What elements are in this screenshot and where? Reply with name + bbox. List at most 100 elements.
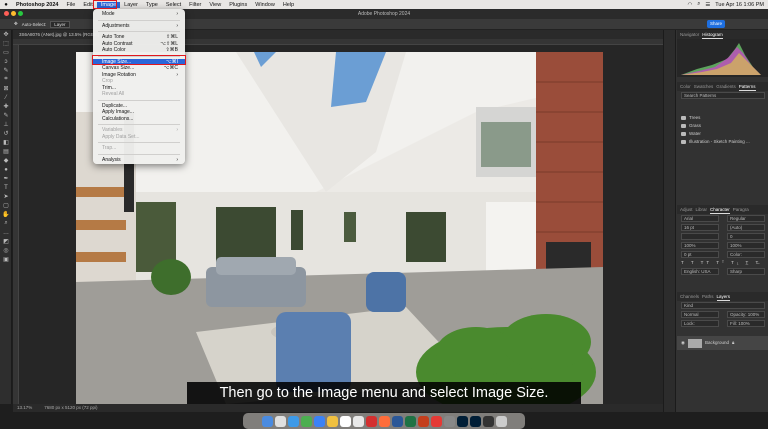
- tab-channels[interactable]: Channels: [680, 292, 699, 301]
- word-icon[interactable]: [391, 415, 403, 427]
- menu-select[interactable]: Select: [162, 2, 185, 8]
- pattern-group-water[interactable]: Water: [677, 130, 768, 138]
- frame-icon[interactable]: ⊠: [0, 84, 12, 93]
- menu-item-auto-color[interactable]: Auto Color ⇧⌘B: [93, 47, 185, 54]
- shape-icon[interactable]: ▢: [0, 201, 12, 210]
- language-select[interactable]: English: USA: [681, 268, 719, 275]
- app-icon[interactable]: [482, 415, 494, 427]
- healing-brush-icon[interactable]: ✚: [0, 102, 12, 111]
- settings-icon[interactable]: [443, 415, 455, 427]
- tab-histogram[interactable]: Histogram: [702, 30, 723, 39]
- menu-help[interactable]: Help: [279, 2, 298, 8]
- calendar-icon[interactable]: [339, 415, 351, 427]
- tab-paragraph[interactable]: Paragra: [733, 205, 749, 214]
- font-family-select[interactable]: Arial: [681, 215, 719, 222]
- menu-file[interactable]: File: [62, 2, 79, 8]
- lasso-icon[interactable]: ↄ: [0, 57, 12, 66]
- tab-swatches[interactable]: Swatches: [694, 82, 714, 91]
- layer-kind-filter[interactable]: Kind: [681, 302, 765, 309]
- text-color-field[interactable]: Color:: [727, 251, 765, 258]
- search-icon[interactable]: ⌕: [697, 1, 700, 8]
- vertical-scale-field[interactable]: 100%: [681, 242, 719, 249]
- tab-character[interactable]: Character: [710, 205, 730, 214]
- menu-plugins[interactable]: Plugins: [225, 2, 251, 8]
- font-style-select[interactable]: Regular: [727, 215, 765, 222]
- launchpad-icon[interactable]: [274, 415, 286, 427]
- menu-layer[interactable]: Layer: [120, 2, 142, 8]
- close-window-icon[interactable]: [4, 11, 9, 16]
- quick-mask-icon[interactable]: ◎: [0, 246, 12, 255]
- tracking-field[interactable]: 0: [727, 233, 765, 240]
- horizontal-scale-field[interactable]: 100%: [727, 242, 765, 249]
- move-icon[interactable]: ✥: [0, 30, 12, 39]
- tab-layers[interactable]: Layers: [716, 292, 731, 301]
- menu-clock[interactable]: Tue Apr 16 1:06 PM: [715, 2, 764, 8]
- kerning-field[interactable]: [681, 233, 719, 240]
- color-swatches-icon[interactable]: ◩: [0, 237, 12, 246]
- opacity-field[interactable]: Opacity: 100%: [727, 311, 765, 318]
- share-button[interactable]: Share: [707, 20, 725, 28]
- document-size[interactable]: 7680 px x 5120 px (72 ppi): [44, 404, 97, 412]
- menu-item-mode[interactable]: Mode ›: [93, 11, 185, 18]
- excel-icon[interactable]: [404, 415, 416, 427]
- artboard-icon[interactable]: ⬚: [0, 39, 12, 48]
- control-center-icon[interactable]: ☰: [705, 2, 710, 8]
- pattern-group-illustration[interactable]: Illustration - Sketch Painting ...: [677, 138, 768, 146]
- hand-icon[interactable]: ✋: [0, 210, 12, 219]
- path-select-icon[interactable]: ➤: [0, 192, 12, 201]
- minimize-window-icon[interactable]: [11, 11, 16, 16]
- acrobat-icon[interactable]: [365, 415, 377, 427]
- tab-adjustments[interactable]: Adjust: [680, 205, 693, 214]
- safari-icon[interactable]: [287, 415, 299, 427]
- screen-mode-icon[interactable]: ▣: [0, 255, 12, 264]
- photoshop-icon[interactable]: [469, 415, 481, 427]
- menu-item-calculations[interactable]: Calculations...: [93, 116, 185, 123]
- maximize-window-icon[interactable]: [18, 11, 23, 16]
- clone-stamp-icon[interactable]: ⊥: [0, 120, 12, 129]
- menu-view[interactable]: View: [205, 2, 225, 8]
- baseline-shift-field[interactable]: 0 pt: [681, 251, 719, 258]
- lightroom-icon[interactable]: [456, 415, 468, 427]
- menu-filter[interactable]: Filter: [185, 2, 205, 8]
- crop-icon[interactable]: ⌗: [0, 75, 12, 84]
- eye-icon[interactable]: ◉: [681, 339, 685, 347]
- antialias-select[interactable]: Sharp: [727, 268, 765, 275]
- type-style-buttons[interactable]: T T TT Tᵀ T₁ T̲ T̶: [677, 259, 768, 267]
- marquee-icon[interactable]: ▭: [0, 48, 12, 57]
- fill-field[interactable]: Fill: 100%: [727, 320, 765, 327]
- finder-icon[interactable]: [261, 415, 273, 427]
- brush-icon[interactable]: ✎: [0, 111, 12, 120]
- tab-navigator[interactable]: Navigator: [680, 30, 699, 39]
- type-icon[interactable]: T: [0, 183, 12, 192]
- leading-field[interactable]: (Auto): [727, 224, 765, 231]
- pattern-group-grass[interactable]: Grass: [677, 122, 768, 130]
- auto-select-label[interactable]: Auto-Select:: [22, 22, 47, 27]
- auto-select-target[interactable]: Layer: [50, 20, 70, 28]
- tab-gradients[interactable]: Gradients: [716, 82, 736, 91]
- layer-row-background[interactable]: ◉ Background 🔒︎: [677, 336, 768, 350]
- powerpoint-icon[interactable]: [417, 415, 429, 427]
- mail-icon[interactable]: [313, 415, 325, 427]
- reminders-icon[interactable]: [352, 415, 364, 427]
- music-icon[interactable]: [430, 415, 442, 427]
- zoom-icon[interactable]: ⌕: [0, 219, 12, 228]
- gradient-icon[interactable]: ▤: [0, 147, 12, 156]
- tab-libraries[interactable]: Librar: [696, 205, 708, 214]
- font-size-field[interactable]: 16 pt: [681, 224, 719, 231]
- blur-icon[interactable]: ◆: [0, 156, 12, 165]
- eyedropper-icon[interactable]: ⁄: [0, 93, 12, 102]
- menu-app-name[interactable]: Photoshop 2024: [12, 2, 62, 8]
- photos-icon[interactable]: [378, 415, 390, 427]
- dodge-icon[interactable]: ●: [0, 165, 12, 174]
- menu-type[interactable]: Type: [142, 2, 162, 8]
- tab-color[interactable]: Color: [680, 82, 691, 91]
- blend-mode-select[interactable]: Normal: [681, 311, 719, 318]
- zoom-level[interactable]: 13.17%: [17, 404, 32, 412]
- tab-patterns[interactable]: Patterns: [738, 82, 756, 91]
- lock-controls[interactable]: Lock:: [681, 320, 719, 327]
- pen-icon[interactable]: ✒: [0, 174, 12, 183]
- move-tool-icon[interactable]: ✥: [14, 21, 18, 27]
- menu-item-analysis[interactable]: Analysis ›: [93, 157, 185, 164]
- apple-icon[interactable]: ●: [0, 2, 12, 8]
- patterns-search-input[interactable]: Search Patterns: [681, 92, 765, 99]
